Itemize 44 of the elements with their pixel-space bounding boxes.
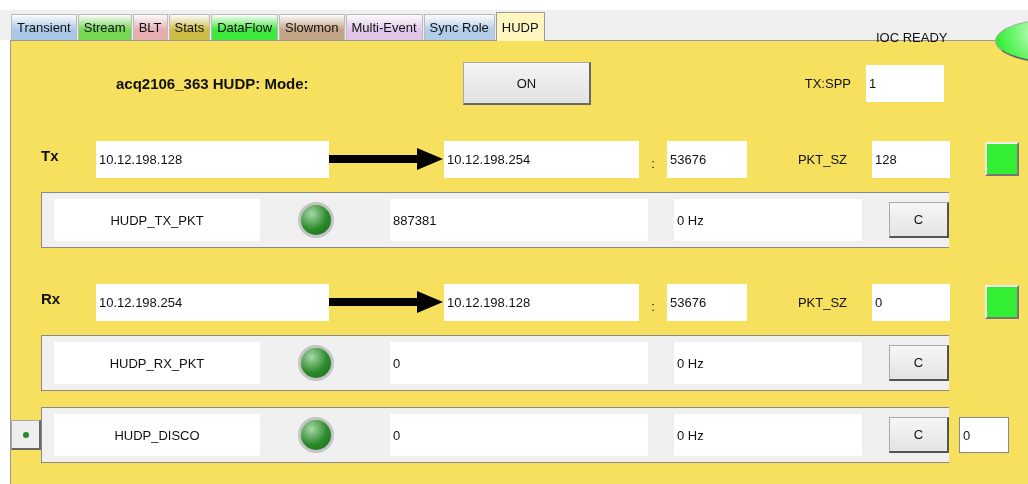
counter-value-field: 887381 xyxy=(390,199,648,241)
dot-icon xyxy=(22,431,29,438)
packet-size-label: PKT_SZ xyxy=(796,151,848,167)
clear-button[interactable]: C xyxy=(889,345,949,381)
clear-button[interactable]: C xyxy=(889,417,949,453)
source-address-field[interactable]: 10.12.198.128 xyxy=(96,140,329,178)
rate-field: 0 Hz xyxy=(674,342,862,384)
separator-label: : xyxy=(650,155,656,171)
tab[interactable]: Slowmon xyxy=(279,14,345,40)
tx-spp-label: TX:SPP xyxy=(803,76,852,91)
destination-address-field[interactable]: 10.12.198.128 xyxy=(444,283,639,321)
packet-size-label: PKT_SZ xyxy=(796,294,848,310)
tab[interactable]: Multi-Event xyxy=(345,14,423,40)
port-field[interactable]: 53676 xyxy=(667,283,747,321)
mode-button[interactable]: ON xyxy=(463,62,591,105)
counter-name-field: HUDP_RX_PKT xyxy=(54,342,260,384)
tab[interactable]: BLT xyxy=(132,14,168,40)
tx-spp-field[interactable]: 1 xyxy=(866,65,944,102)
rate-field: 0 Hz xyxy=(674,414,862,456)
direction-label: Tx xyxy=(41,146,60,164)
source-address-field[interactable]: 10.12.198.254 xyxy=(96,283,329,321)
tab[interactable]: DataFlow xyxy=(211,14,279,40)
arrow-icon xyxy=(329,291,443,313)
tab[interactable]: Transient xyxy=(11,14,77,40)
tab[interactable]: Stats xyxy=(168,14,211,40)
port-field[interactable]: 53676 xyxy=(667,140,747,178)
direction-label: Rx xyxy=(41,289,62,307)
packet-size-field[interactable]: 0 xyxy=(872,283,950,321)
counter-name-field: HUDP_TX_PKT xyxy=(54,199,260,241)
separator-label: : xyxy=(650,298,656,314)
rate-field: 0 Hz xyxy=(674,199,862,241)
counter-value-field: 0 xyxy=(390,414,648,456)
clear-button[interactable]: C xyxy=(889,202,949,238)
tab[interactable]: Sync Role xyxy=(423,14,495,40)
mode-title: acq2106_363 HUDP: Mode: xyxy=(116,75,310,92)
disco-value-field[interactable]: 0 xyxy=(959,417,1009,453)
dot-button[interactable] xyxy=(11,420,41,450)
counter-value-field: 0 xyxy=(390,342,648,384)
tab[interactable]: HUDP xyxy=(495,12,545,41)
arrow-icon xyxy=(329,148,443,170)
destination-address-field[interactable]: 10.12.198.254 xyxy=(444,140,639,178)
tab[interactable]: Stream xyxy=(77,14,132,40)
counter-name-field: HUDP_DISCO xyxy=(54,414,260,456)
packet-size-field[interactable]: 128 xyxy=(872,140,950,178)
